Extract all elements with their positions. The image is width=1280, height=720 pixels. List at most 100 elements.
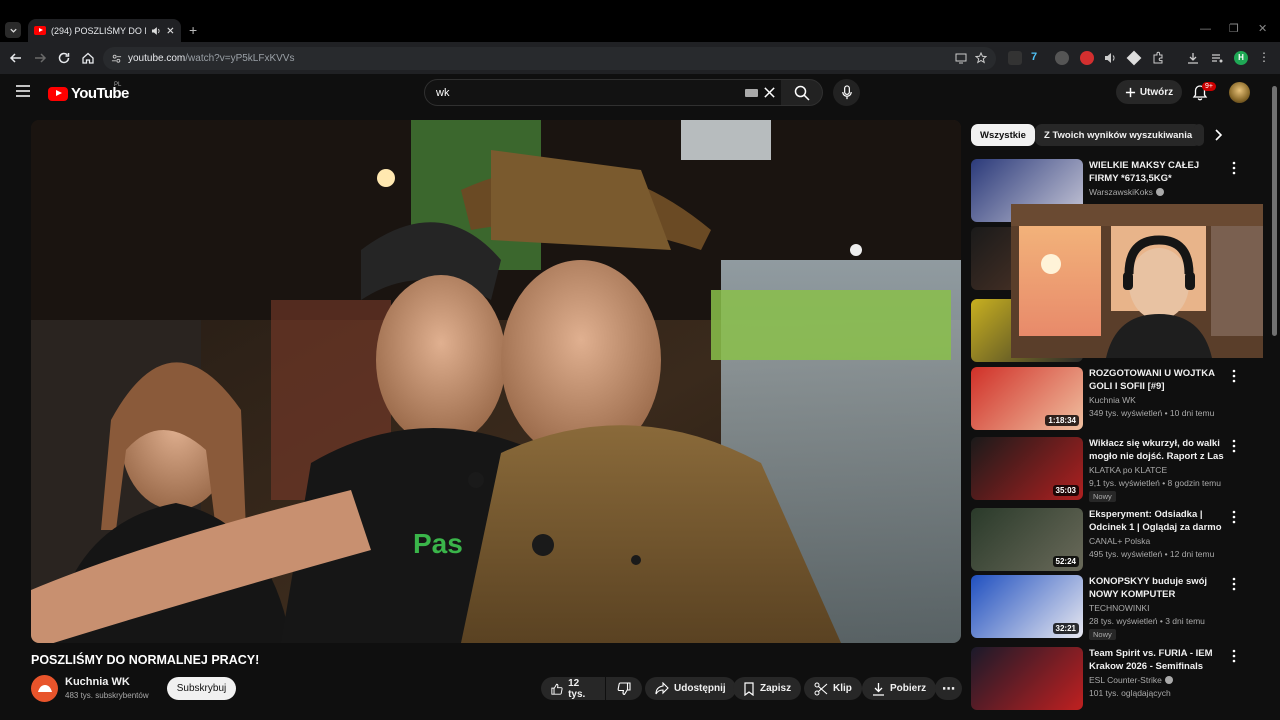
create-button[interactable]: Utwórz xyxy=(1116,80,1182,104)
youtube-logo[interactable]: YouTube PL xyxy=(48,82,129,102)
video-thumbnail[interactable]: 1:18:34 xyxy=(971,367,1083,430)
turtle-logo-icon xyxy=(37,684,52,692)
browser-tab-strip: (294) POSZLIŚMY DO NORMALNEJ PRACY! - Yo… xyxy=(0,0,1280,42)
site-info-icon[interactable] xyxy=(111,53,122,64)
new-badge: Nowy xyxy=(1089,629,1116,640)
speaker-icon[interactable] xyxy=(151,26,161,36)
video-card-title[interactable]: WIELKIE MAKSY CAŁEJ FIRMY *6713,5KG* xyxy=(1089,159,1227,185)
keyboard-icon[interactable] xyxy=(745,89,758,97)
browser-tab-active[interactable]: (294) POSZLIŚMY DO NORMALNEJ PRACY! - Yo… xyxy=(28,19,181,42)
like-button[interactable]: 12 tys. xyxy=(541,677,605,700)
reload-icon[interactable] xyxy=(56,50,72,66)
more-vertical-icon[interactable] xyxy=(1229,577,1239,591)
video-card-title[interactable]: Team Spirit vs. FURIA - IEM Krakow 2026 … xyxy=(1089,647,1227,673)
video-thumbnail[interactable]: 32:21 xyxy=(971,575,1083,638)
more-vertical-icon[interactable] xyxy=(1229,649,1239,663)
clip-button[interactable]: Klip xyxy=(804,677,862,700)
url-path: /watch?v=yP5kLFxKVVs xyxy=(185,53,295,64)
maximize-icon[interactable]: ❐ xyxy=(1229,22,1239,36)
media-volume-icon[interactable] xyxy=(1103,51,1117,65)
dislike-button[interactable] xyxy=(606,677,642,700)
video-thumbnail[interactable]: 52:24 xyxy=(971,508,1083,571)
subscribe-button[interactable]: Subskrybuj xyxy=(167,677,236,700)
more-vertical-icon[interactable] xyxy=(1229,510,1239,524)
tab-close-icon[interactable] xyxy=(166,26,175,35)
more-actions-icon[interactable]: ⋯ xyxy=(935,677,962,700)
profile-avatar-icon[interactable]: H xyxy=(1234,51,1248,65)
forward-arrow-icon[interactable] xyxy=(32,50,48,66)
hamburger-menu-icon[interactable] xyxy=(16,85,30,97)
recommendation-card[interactable]: 35:03 Wikłacz się wkurzył, do walki mogł… xyxy=(971,437,1271,502)
video-card-title[interactable]: KONOPSKYY buduje swój NOWY KOMPUTER xyxy=(1089,575,1227,601)
video-card-channel[interactable]: CANAL+ Polska xyxy=(1089,536,1150,546)
video-card-channel[interactable]: WarszawskiKoks xyxy=(1089,187,1153,197)
youtube-play-icon xyxy=(48,86,68,101)
tab-search-button[interactable] xyxy=(5,22,21,38)
recommendation-card[interactable]: Team Spirit vs. FURIA - IEM Krakow 2026 … xyxy=(971,647,1271,711)
tab-title: (294) POSZLIŚMY DO NORMALNEJ PRACY! - Yo… xyxy=(51,25,146,36)
video-duration: 1:18:34 xyxy=(1045,415,1079,426)
more-vertical-icon[interactable] xyxy=(1229,439,1239,453)
video-card-channel[interactable]: KLATKA po KLATCE xyxy=(1089,465,1167,475)
new-tab-icon[interactable]: + xyxy=(189,22,197,38)
channel-avatar[interactable] xyxy=(31,675,58,702)
install-app-icon[interactable] xyxy=(955,53,967,64)
video-duration: 52:24 xyxy=(1052,556,1079,567)
chip-from-search[interactable]: Z Twoich wyników wyszukiwania xyxy=(1035,124,1202,146)
video-card-channel[interactable]: ESL Counter-Strike xyxy=(1089,675,1162,685)
video-title: POSZLIŚMY DO NORMALNEJ PRACY! xyxy=(31,653,260,667)
media-queue-icon[interactable] xyxy=(1210,51,1224,65)
video-card-meta: 495 tys. wyświetleń • 12 dni temu xyxy=(1089,549,1215,559)
puzzle-extensions-icon[interactable] xyxy=(1151,51,1165,65)
share-button[interactable]: Udostępnij xyxy=(645,677,736,700)
channel-name[interactable]: Kuchnia WK xyxy=(65,676,130,688)
chevron-down-icon xyxy=(9,28,17,33)
address-bar[interactable]: youtube.com/watch?v=yP5kLFxKVVs xyxy=(103,47,996,70)
video-thumbnail[interactable] xyxy=(971,647,1083,710)
window-close-icon[interactable]: ✕ xyxy=(1258,22,1267,36)
video-card-title[interactable]: Eksperyment: Odsiadka | Odcinek 1 | Oglą… xyxy=(1089,508,1227,534)
extension-5-icon[interactable] xyxy=(1126,50,1142,66)
country-code: PL xyxy=(114,82,122,88)
download-icon[interactable] xyxy=(1186,51,1200,65)
video-player[interactable]: Pas xyxy=(31,120,961,643)
chip-all[interactable]: Wszystkie xyxy=(971,124,1035,146)
save-button[interactable]: Zapisz xyxy=(733,677,802,700)
home-icon[interactable] xyxy=(80,50,96,66)
video-thumbnail[interactable]: 35:03 xyxy=(971,437,1083,500)
video-card-title[interactable]: ROZGOTOWANI U WOJTKA GOLI I SOFII [#9] xyxy=(1089,367,1227,393)
video-card-channel[interactable]: Kuchnia WK xyxy=(1089,395,1136,405)
browser-menu-icon[interactable]: ⋮ xyxy=(1258,51,1272,65)
chevron-right-icon[interactable] xyxy=(1213,128,1223,142)
account-avatar[interactable] xyxy=(1229,82,1250,103)
browser-toolbar: youtube.com/watch?v=yP5kLFxKVVs 7 H ⋮ xyxy=(0,42,1280,74)
video-card-meta: 9,1 tys. wyświetleń • 8 godzin temu xyxy=(1089,478,1221,488)
video-frame xyxy=(31,120,961,643)
extension-1-icon[interactable] xyxy=(1008,51,1022,65)
search-query: wk xyxy=(436,87,450,99)
more-vertical-icon[interactable] xyxy=(1229,161,1239,175)
search-input[interactable]: wk xyxy=(424,79,782,106)
extension-3-icon[interactable] xyxy=(1055,51,1069,65)
download-button[interactable]: Pobierz xyxy=(862,677,937,700)
voice-search-button[interactable] xyxy=(833,79,860,106)
extension-2-icon[interactable]: 7 xyxy=(1031,51,1045,65)
bookmark-star-icon[interactable] xyxy=(975,52,987,64)
video-card-channel[interactable]: TECHNOWINKI xyxy=(1089,603,1149,613)
notifications-badge: 9+ xyxy=(1202,82,1216,91)
search-icon xyxy=(794,85,810,101)
recommendation-card[interactable]: 52:24 Eksperyment: Odsiadka | Odcinek 1 … xyxy=(971,508,1271,572)
minimize-icon[interactable]: — xyxy=(1200,22,1211,36)
extension-4-icon[interactable] xyxy=(1080,51,1094,65)
chip-more[interactable] xyxy=(1194,124,1204,146)
search-button[interactable] xyxy=(781,79,823,106)
clear-search-icon[interactable] xyxy=(763,86,776,99)
back-arrow-icon[interactable] xyxy=(8,50,24,66)
recommendation-card[interactable]: 32:21 KONOPSKYY buduje swój NOWY KOMPUTE… xyxy=(971,575,1271,640)
video-card-title[interactable]: Wikłacz się wkurzył, do walki mogło nie … xyxy=(1089,437,1227,463)
page-scrollbar[interactable] xyxy=(1272,86,1277,336)
video-duration: 35:03 xyxy=(1052,485,1079,496)
webcam-overlay[interactable] xyxy=(1011,204,1263,358)
more-vertical-icon[interactable] xyxy=(1229,369,1239,383)
recommendation-card[interactable]: 1:18:34 ROZGOTOWANI U WOJTKA GOLI I SOFI… xyxy=(971,367,1271,431)
